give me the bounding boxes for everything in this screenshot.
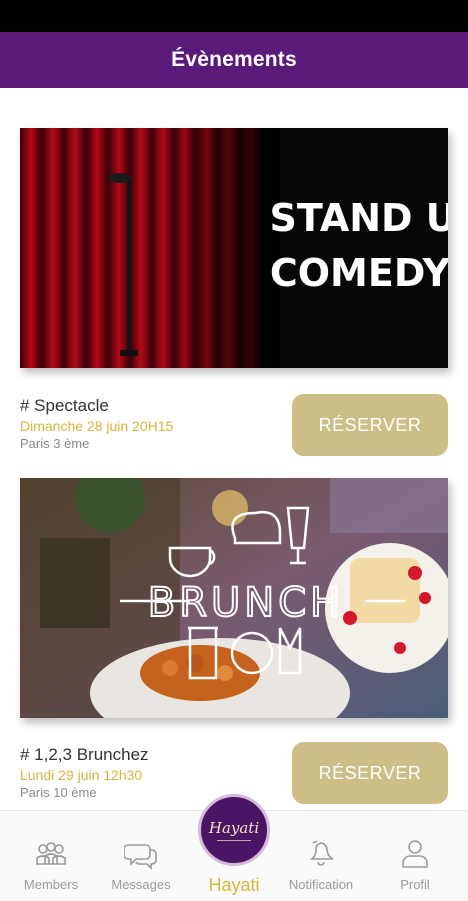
nav-label-profil: Profil <box>400 877 430 892</box>
events-feed[interactable]: STAND UP COMEDY # Spectacle Dimanche 28 … <box>0 88 468 810</box>
logo-underline <box>217 840 251 841</box>
reserve-button[interactable]: RÉSERVER <box>292 742 448 804</box>
hayati-logo: Hayati <box>198 794 270 866</box>
nav-label-members: Members <box>23 877 79 892</box>
messages-icon <box>124 844 157 870</box>
poster-text-brunch: BRUNCH <box>148 580 344 626</box>
status-bar <box>0 0 468 32</box>
event-title: # Spectacle <box>20 396 109 415</box>
user-icon <box>402 840 428 868</box>
event-info-1: # Spectacle Dimanche 28 juin 20H15 Paris… <box>20 395 280 452</box>
event-title: # 1,2,3 Brunchez <box>20 745 149 764</box>
comedy-poster-image: STAND UP COMEDY <box>20 128 448 368</box>
bell-icon <box>309 840 334 866</box>
nav-label-messages: Messages <box>111 877 171 892</box>
event-date: Lundi 29 juin 12h30 <box>20 767 143 783</box>
event-info-2: # 1,2,3 Brunchez Lundi 29 juin 12h30 Par… <box>20 744 280 801</box>
event-date: Dimanche 28 juin 20H15 <box>20 418 174 434</box>
nav-item-profil[interactable]: Profil <box>372 811 458 901</box>
nav-label-notification: Notification <box>288 877 354 892</box>
brunch-poster-image: BRUNCH <box>20 478 448 718</box>
poster-text-line-1: STAND UP <box>269 196 448 240</box>
members-icon <box>36 842 66 865</box>
event-image-comedy[interactable]: STAND UP COMEDY <box>20 128 448 368</box>
bottom-navigation: Members Messages Hayati Hayati Notificat… <box>0 794 468 901</box>
logo-wordmark: Hayati <box>208 819 260 837</box>
poster-text-line-2: COMEDY <box>270 251 448 295</box>
nav-label-hayati: Hayati <box>208 875 260 895</box>
nav-item-hayati[interactable]: Hayati Hayati <box>190 794 278 901</box>
nav-item-notification[interactable]: Notification <box>278 811 364 901</box>
event-image-brunch[interactable]: BRUNCH <box>20 478 448 718</box>
page-title: Évènements <box>171 48 297 71</box>
reserve-button[interactable]: RÉSERVER <box>292 394 448 456</box>
app-header: Évènements <box>0 32 468 88</box>
nav-item-members[interactable]: Members <box>8 811 94 901</box>
nav-item-messages[interactable]: Messages <box>98 811 184 901</box>
event-location: Paris 3 ème <box>20 436 90 451</box>
